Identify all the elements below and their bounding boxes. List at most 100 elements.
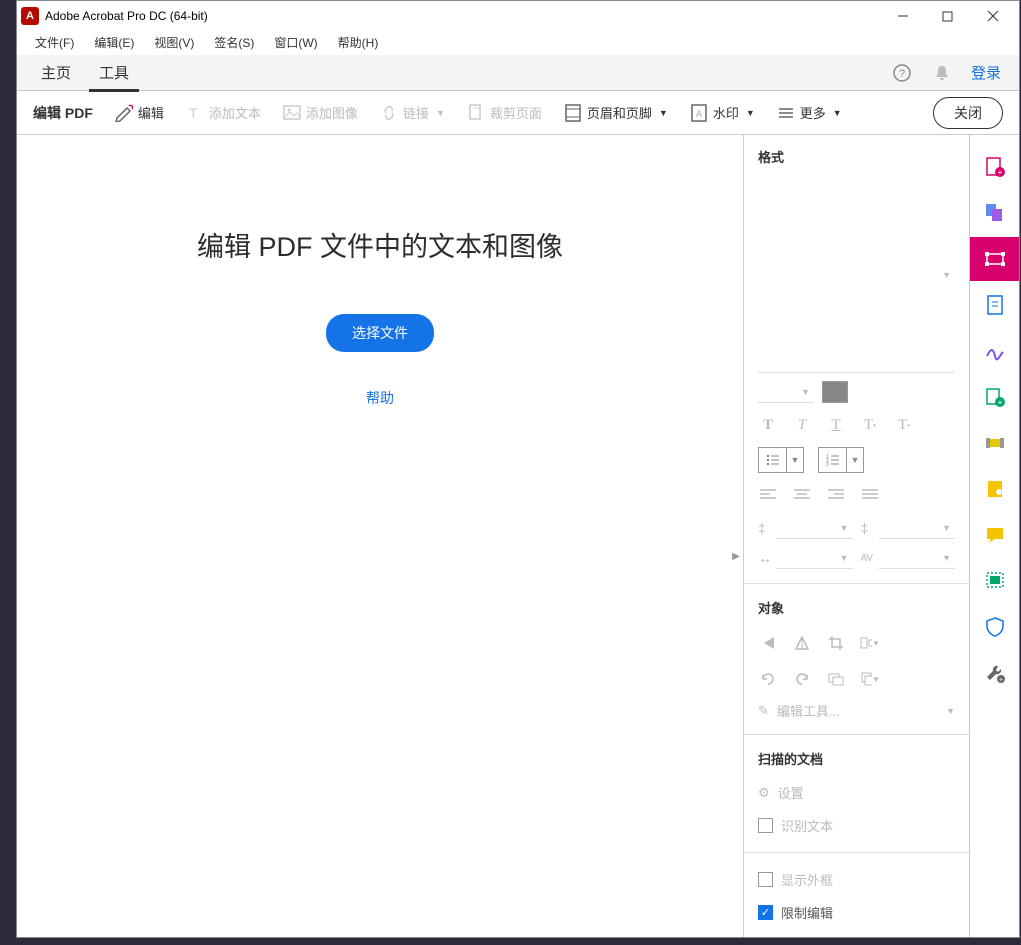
- crop-button[interactable]: 裁剪页面: [459, 99, 550, 126]
- superscript-icon[interactable]: T•: [860, 415, 880, 435]
- maximize-button[interactable]: [925, 2, 970, 30]
- collapse-panel-handle[interactable]: ▶: [729, 536, 743, 576]
- svg-text:+: +: [998, 677, 1002, 684]
- underline-icon[interactable]: T: [826, 415, 846, 435]
- rail-sign[interactable]: [970, 329, 1020, 373]
- edit-icon: [115, 104, 133, 122]
- char-spacing-dropdown[interactable]: ▼: [879, 547, 956, 569]
- image-icon: [283, 104, 301, 122]
- wrench-plus-icon: +: [984, 662, 1006, 684]
- replace-image-icon[interactable]: [826, 669, 846, 689]
- rail-redact[interactable]: [970, 421, 1020, 465]
- minimize-button[interactable]: [880, 2, 925, 30]
- tab-home[interactable]: 主页: [27, 54, 85, 91]
- horizontal-scale-icon: ↔: [758, 550, 776, 566]
- select-file-button[interactable]: 选择文件: [326, 314, 434, 352]
- rotate-cw-icon[interactable]: [792, 669, 812, 689]
- help-link[interactable]: 帮助: [366, 388, 394, 408]
- menu-window[interactable]: 窗口(W): [264, 32, 327, 53]
- close-toolbar-button[interactable]: 关闭: [933, 97, 1003, 129]
- subscript-icon[interactable]: T•: [894, 415, 914, 435]
- line-spacing-dropdown[interactable]: ▼: [776, 517, 853, 539]
- page-headline: 编辑 PDF 文件中的文本和图像: [197, 225, 563, 264]
- rail-combine[interactable]: [970, 191, 1020, 235]
- redact-icon: [984, 432, 1006, 454]
- char-spacing-icon: AV: [861, 553, 879, 564]
- italic-icon[interactable]: T: [792, 415, 812, 435]
- edit-tool-dropdown[interactable]: ✎ 编辑工具... ▼: [758, 701, 955, 720]
- help-icon-button[interactable]: ?: [891, 62, 913, 84]
- share-icon: [984, 478, 1006, 500]
- chevron-down-icon: ▼: [659, 108, 668, 118]
- maximize-icon: [942, 11, 953, 22]
- rotate-ccw-icon[interactable]: [758, 669, 778, 689]
- rail-protect[interactable]: [970, 605, 1020, 649]
- align-center-icon[interactable]: [792, 485, 812, 505]
- rail-comment[interactable]: [970, 513, 1020, 557]
- rail-more-tools[interactable]: +: [970, 651, 1020, 695]
- main-body: 编辑 PDF 文件中的文本和图像 选择文件 帮助 ▶ 格式 ▼ ▼ T T T …: [17, 135, 1019, 937]
- help-icon: ?: [892, 63, 912, 83]
- app-icon: A: [21, 7, 39, 25]
- paragraph-spacing-dropdown[interactable]: ▼: [879, 517, 956, 539]
- show-box-row[interactable]: 显示外框: [758, 867, 955, 892]
- divider: [744, 734, 969, 735]
- notifications-button[interactable]: [931, 62, 953, 84]
- bell-icon: [933, 64, 951, 82]
- number-list-icon: 123: [826, 454, 840, 466]
- rail-export[interactable]: [970, 283, 1020, 327]
- align-left-icon[interactable]: [758, 485, 778, 505]
- login-link[interactable]: 登录: [971, 62, 1001, 83]
- crop-object-icon[interactable]: [826, 633, 846, 653]
- font-family-dropdown[interactable]: ▼: [758, 178, 955, 373]
- flip-vertical-icon[interactable]: [758, 633, 778, 653]
- edit-pdf-icon: [984, 248, 1006, 270]
- watermark-button[interactable]: A 水印▼: [682, 99, 763, 126]
- menu-file[interactable]: 文件(F): [25, 32, 84, 53]
- rail-compare[interactable]: [970, 559, 1020, 603]
- bold-icon[interactable]: T: [758, 415, 778, 435]
- right-tool-rail: + + +: [969, 135, 1019, 937]
- recognize-text-row[interactable]: 识别文本: [758, 813, 955, 838]
- svg-text:+: +: [997, 168, 1002, 177]
- create-pdf-icon: +: [984, 156, 1006, 178]
- object-section-title: 对象: [758, 598, 955, 617]
- align-right-icon[interactable]: [826, 485, 846, 505]
- menu-view[interactable]: 视图(V): [144, 32, 204, 53]
- tab-tools[interactable]: 工具: [85, 54, 143, 91]
- text-style-row: T T T T• T•: [758, 411, 955, 439]
- header-footer-button[interactable]: 页眉和页脚▼: [556, 99, 676, 126]
- menu-edit[interactable]: 编辑(E): [84, 32, 144, 53]
- svg-text:A: A: [696, 109, 702, 119]
- font-size-dropdown[interactable]: ▼: [758, 381, 814, 403]
- more-button[interactable]: 更多▼: [769, 99, 850, 126]
- rail-create-pdf[interactable]: +: [970, 145, 1020, 189]
- bullet-list-button[interactable]: ▼: [758, 447, 804, 473]
- menu-sign[interactable]: 签名(S): [204, 32, 264, 53]
- chevron-down-icon: ▼: [746, 108, 755, 118]
- menu-help[interactable]: 帮助(H): [328, 32, 389, 53]
- settings-row[interactable]: ⚙ 设置: [758, 780, 955, 805]
- link-button[interactable]: 链接▼: [372, 99, 453, 126]
- align-objects-icon[interactable]: ▼: [860, 633, 880, 653]
- rail-share[interactable]: [970, 467, 1020, 511]
- tab-bar: 主页 工具 ? 登录: [17, 55, 1019, 91]
- add-image-button[interactable]: 添加图像: [275, 99, 366, 126]
- align-justify-icon[interactable]: [860, 485, 880, 505]
- number-list-button[interactable]: 123 ▼: [818, 447, 864, 473]
- horizontal-scale-dropdown[interactable]: ▼: [776, 547, 853, 569]
- rail-organize[interactable]: +: [970, 375, 1020, 419]
- svg-text:?: ?: [899, 68, 905, 80]
- object-row-2: ▼: [758, 665, 955, 693]
- restrict-edit-row[interactable]: ✓ 限制编辑: [758, 900, 955, 925]
- arrange-icon[interactable]: ▼: [860, 669, 880, 689]
- rail-edit-pdf[interactable]: [970, 237, 1020, 281]
- close-window-button[interactable]: [970, 2, 1015, 30]
- format-section-title: 格式: [758, 147, 955, 166]
- chevron-down-icon: ▼: [436, 108, 445, 118]
- color-swatch[interactable]: [822, 381, 848, 403]
- flip-horizontal-icon[interactable]: [792, 633, 812, 653]
- add-text-button[interactable]: T 添加文本: [178, 99, 269, 126]
- crop-icon: [467, 104, 485, 122]
- edit-button[interactable]: 编辑: [107, 99, 172, 126]
